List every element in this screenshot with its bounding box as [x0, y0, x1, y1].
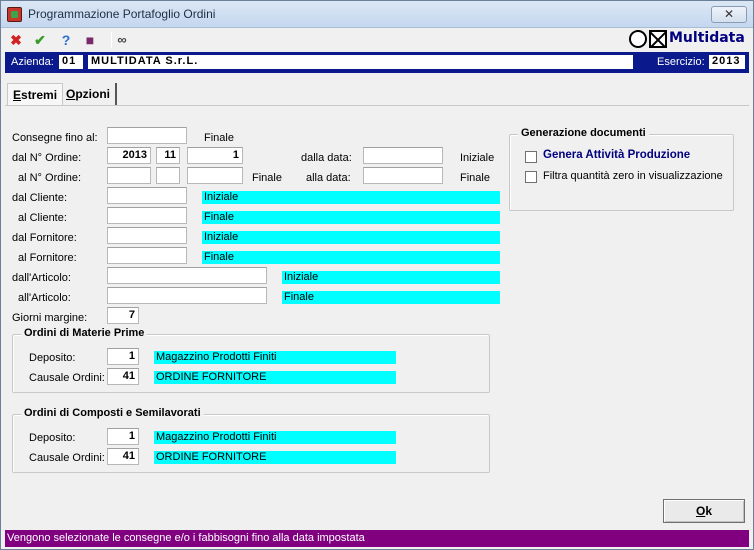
close-window-button[interactable]: ✕ — [711, 6, 747, 23]
dal-fornitore-field[interactable] — [107, 227, 187, 244]
al-cliente-field[interactable] — [107, 207, 187, 224]
dal-ordine-num-field[interactable]: 1 — [187, 147, 243, 164]
dalla-data-tag: Iniziale — [460, 152, 495, 164]
cs-deposito-field[interactable]: 1 — [107, 428, 139, 445]
genera-attivita-checkbox[interactable] — [525, 151, 537, 163]
mp-deposito-field[interactable]: 1 — [107, 348, 139, 365]
help-icon[interactable]: ? — [57, 31, 75, 49]
materie-prime-title: Ordini di Materie Prime — [21, 327, 148, 339]
cs-causale-field[interactable]: 41 — [107, 448, 139, 465]
tab-opzioni[interactable]: Opzioni — [61, 83, 118, 105]
cs-deposito-desc: Magazzino Prodotti Finiti — [154, 431, 396, 444]
mp-causale-desc: ORDINE FORNITORE — [154, 371, 396, 384]
dal-articolo-field[interactable] — [107, 267, 267, 284]
al-cliente-desc: Finale — [202, 211, 500, 224]
tab-strip: Estremi Opzioni — [5, 83, 749, 105]
filtra-quantita-checkbox[interactable] — [525, 171, 537, 183]
alla-data-label: alla data: — [306, 172, 351, 184]
cs-causale-label: Causale Ordini: — [29, 452, 105, 464]
consegne-tag: Finale — [204, 132, 234, 144]
giorni-margine-field[interactable]: 7 — [107, 307, 139, 324]
generazione-title: Generazione documenti — [518, 127, 649, 139]
mp-causale-field[interactable]: 41 — [107, 368, 139, 385]
filtra-quantita-label[interactable]: Filtra quantità zero in visualizzazione — [543, 170, 723, 182]
al-ordine-label: al N° Ordine: — [18, 172, 82, 184]
alla-data-tag: Finale — [460, 172, 490, 184]
azienda-name: MULTIDATA S.r.L. — [88, 55, 633, 69]
toolbar: ✖ ✔ ? ■ ∞ Multidata — [1, 28, 753, 52]
al-fornitore-desc: Finale — [202, 251, 500, 264]
alla-data-field[interactable] — [363, 167, 443, 184]
logo-box-icon — [649, 30, 667, 48]
mp-deposito-desc: Magazzino Prodotti Finiti — [154, 351, 396, 364]
book-icon[interactable]: ■ — [81, 31, 99, 49]
multidata-logo: Multidata — [629, 29, 747, 49]
azienda-code: 01 — [59, 55, 83, 69]
ok-button[interactable]: Ok — [663, 499, 745, 523]
al-articolo-field[interactable] — [107, 287, 267, 304]
al-articolo-label: all'Articolo: — [18, 292, 71, 304]
cs-causale-desc: ORDINE FORNITORE — [154, 451, 396, 464]
dal-ordine-serie-field[interactable]: 11 — [156, 147, 180, 164]
window-title: Programmazione Portafoglio Ordini — [28, 7, 216, 21]
genera-attivita-label[interactable]: Genera Attività Produzione — [543, 149, 690, 161]
al-fornitore-field[interactable] — [107, 247, 187, 264]
dal-ordine-anno-field[interactable]: 2013 — [107, 147, 151, 164]
al-ordine-anno-field[interactable] — [107, 167, 151, 184]
company-bar: Azienda: 01 MULTIDATA S.r.L. Esercizio: … — [5, 52, 749, 73]
dal-cliente-label: dal Cliente: — [12, 192, 68, 204]
tab-divider — [5, 105, 749, 106]
esercizio-label: Esercizio: — [657, 56, 705, 68]
mp-causale-label: Causale Ordini: — [29, 372, 105, 384]
confirm-check-icon[interactable]: ✔ — [31, 31, 49, 49]
toolbar-separator — [111, 32, 112, 48]
tab-estremi[interactable]: Estremi — [7, 83, 64, 105]
consegne-label: Consegne fino al: — [12, 132, 98, 144]
dal-articolo-desc: Iniziale — [282, 271, 500, 284]
binoculars-icon[interactable]: ∞ — [113, 31, 131, 49]
composti-title: Ordini di Composti e Semilavorati — [21, 407, 204, 419]
dal-fornitore-label: dal Fornitore: — [12, 232, 77, 244]
al-fornitore-label: al Fornitore: — [18, 252, 77, 264]
title-bar: Programmazione Portafoglio Ordini ✕ — [1, 1, 753, 28]
status-bar: Vengono selezionate le consegne e/o i fa… — [5, 530, 749, 547]
al-ordine-serie-field[interactable] — [156, 167, 180, 184]
al-ordine-tag: Finale — [252, 172, 282, 184]
app-icon — [7, 7, 22, 22]
dalla-data-label: dalla data: — [301, 152, 352, 164]
dal-fornitore-desc: Iniziale — [202, 231, 500, 244]
cs-deposito-label: Deposito: — [29, 432, 76, 444]
esercizio-value: 2013 — [709, 55, 745, 69]
mp-deposito-label: Deposito: — [29, 352, 76, 364]
al-ordine-num-field[interactable] — [187, 167, 243, 184]
main-window: Programmazione Portafoglio Ordini ✕ ✖ ✔ … — [0, 0, 754, 550]
dalla-data-field[interactable] — [363, 147, 443, 164]
dal-ordine-label: dal N° Ordine: — [12, 152, 82, 164]
dal-cliente-desc: Iniziale — [202, 191, 500, 204]
azienda-label: Azienda: — [11, 56, 54, 68]
al-cliente-label: al Cliente: — [18, 212, 67, 224]
dal-cliente-field[interactable] — [107, 187, 187, 204]
dal-articolo-label: dall'Articolo: — [12, 272, 71, 284]
logo-text: Multidata — [669, 30, 745, 46]
logo-circle-icon — [629, 30, 647, 48]
giorni-margine-label: Giorni margine: — [12, 312, 88, 324]
al-articolo-desc: Finale — [282, 291, 500, 304]
close-red-icon[interactable]: ✖ — [7, 31, 25, 49]
consegne-date-field[interactable] — [107, 127, 187, 144]
